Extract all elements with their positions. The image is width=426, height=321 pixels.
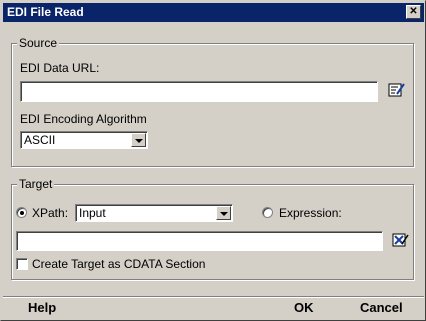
- chevron-down-icon[interactable]: [216, 206, 231, 220]
- encoding-algorithm-select[interactable]: ASCII: [20, 131, 148, 149]
- xpath-select[interactable]: Input: [75, 204, 233, 222]
- source-legend: Source: [17, 36, 60, 50]
- cancel-button[interactable]: Cancel: [360, 300, 403, 315]
- cdata-checkbox[interactable]: [16, 258, 28, 270]
- target-legend: Target: [17, 177, 55, 191]
- chevron-down-icon[interactable]: [131, 133, 146, 147]
- encoding-algorithm-label: EDI Encoding Algorithm: [20, 112, 147, 126]
- window-title: EDI File Read: [7, 5, 84, 19]
- expression-radio[interactable]: [262, 207, 273, 218]
- xpath-selected-value: Input: [79, 206, 106, 220]
- close-button[interactable]: ✕: [406, 5, 421, 19]
- edi-file-read-dialog: EDI File Read ✕ Source EDI Data URL: EDI…: [0, 0, 426, 321]
- xpath-radio[interactable]: [16, 207, 27, 218]
- title-bar[interactable]: EDI File Read ✕: [3, 3, 424, 22]
- edi-data-url-label: EDI Data URL:: [20, 61, 100, 75]
- help-button[interactable]: Help: [28, 300, 56, 315]
- ok-button[interactable]: OK: [294, 300, 314, 315]
- encoding-selected-value: ASCII: [24, 133, 56, 147]
- expression-label: Expression:: [279, 206, 342, 220]
- xpath-label: XPath:: [32, 206, 69, 220]
- button-bar: Help OK Cancel: [3, 296, 424, 319]
- cdata-label: Create Target as CDATA Section: [32, 257, 206, 271]
- target-input[interactable]: [16, 231, 383, 251]
- close-icon: ✕: [409, 6, 418, 17]
- button-bar-divider: [3, 296, 424, 297]
- edi-data-url-input[interactable]: [20, 81, 378, 102]
- edit-pencil-icon[interactable]: [388, 82, 406, 98]
- xpath-editor-icon[interactable]: [392, 232, 410, 248]
